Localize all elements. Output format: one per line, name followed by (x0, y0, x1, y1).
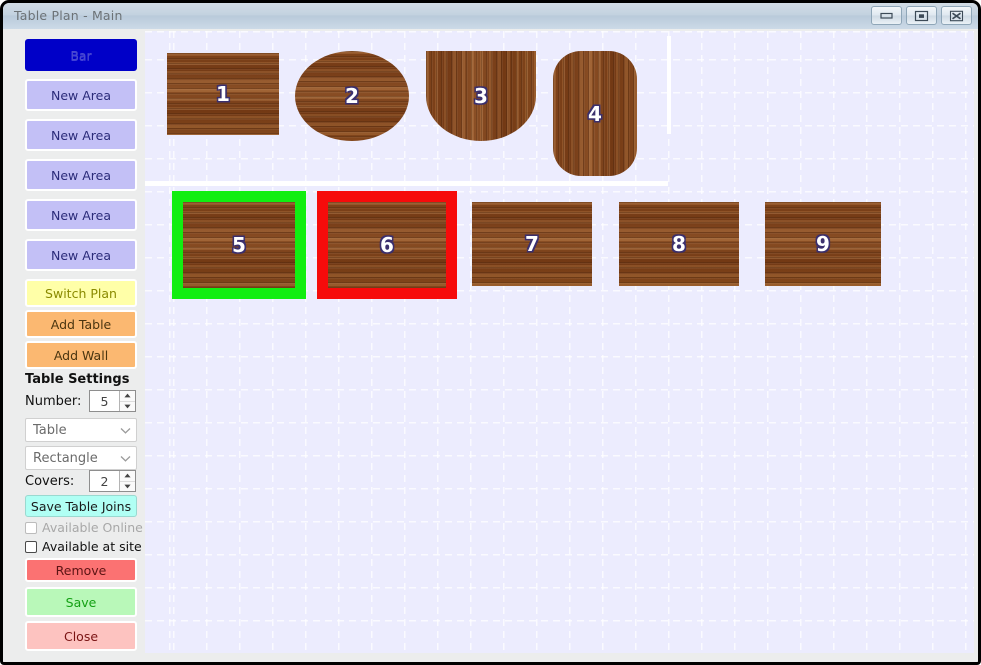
number-label: Number: (25, 394, 82, 409)
table-5[interactable]: 5 (172, 191, 306, 299)
minimize-button[interactable] (871, 6, 902, 25)
sidebar: Bar New Area New Area New Area New Area … (3, 29, 143, 662)
table-type-value: Table (33, 422, 67, 438)
table-body: 6 (328, 202, 446, 288)
client-area: Bar New Area New Area New Area New Area … (3, 29, 978, 662)
number-stepper-arrows[interactable] (119, 391, 135, 411)
table-9[interactable]: 9 (765, 202, 881, 286)
save-button[interactable]: Save (25, 587, 137, 617)
close-plan-button[interactable]: Close (25, 621, 137, 651)
table-number-label: 4 (588, 101, 602, 126)
table-body: 5 (183, 202, 295, 288)
table-7[interactable]: 7 (472, 202, 592, 286)
table-2[interactable]: 2 (295, 51, 409, 141)
maximize-icon (914, 10, 929, 21)
covers-decrement-button[interactable] (120, 482, 135, 492)
table-number-label: 8 (672, 232, 686, 256)
wall-vertical-1[interactable] (667, 36, 671, 134)
available-at-site-label: Available at site (42, 539, 142, 554)
covers-label: Covers: (25, 474, 75, 489)
window-controls (871, 6, 972, 25)
chevron-up-icon (124, 393, 131, 398)
sidebar-area-new-3[interactable]: New Area (25, 159, 137, 191)
table-number-label: 7 (525, 232, 539, 256)
minimize-icon (880, 12, 893, 19)
sidebar-area-new-1[interactable]: New Area (25, 79, 137, 111)
checkbox-box (25, 521, 37, 534)
chevron-down-icon (118, 455, 132, 462)
table-type-select[interactable]: Table (25, 418, 137, 442)
table-number-label: 5 (232, 233, 246, 257)
floor-plan-canvas[interactable]: 1 2 3 4 5 6 7 8 9 (145, 31, 974, 653)
table-number-label: 6 (380, 233, 394, 257)
wall-horizontal-1[interactable] (145, 181, 668, 186)
table-8[interactable]: 8 (619, 202, 739, 286)
table-shape-value: Rectangle (33, 450, 98, 466)
remove-button[interactable]: Remove (25, 558, 137, 582)
covers-value: 2 (100, 473, 109, 489)
table-3[interactable]: 3 (426, 51, 536, 141)
table-6[interactable]: 6 (317, 191, 457, 299)
number-stepper[interactable]: 5 (89, 390, 136, 412)
switch-plan-button[interactable]: Switch Plan (25, 279, 137, 307)
chevron-up-icon (124, 473, 131, 478)
table-4[interactable]: 4 (553, 51, 637, 176)
table-number-label: 9 (816, 232, 830, 256)
available-at-site-checkbox[interactable]: Available at site (25, 539, 142, 554)
available-online-checkbox: Available Online (25, 520, 143, 535)
table-number-label: 1 (216, 82, 230, 106)
table-number-label: 2 (345, 84, 359, 108)
sidebar-area-bar[interactable]: Bar (25, 39, 137, 71)
number-increment-button[interactable] (120, 391, 135, 402)
title-bar: Table Plan - Main (3, 3, 978, 30)
number-decrement-button[interactable] (120, 402, 135, 412)
checkbox-box[interactable] (25, 540, 37, 553)
table-shape-select[interactable]: Rectangle (25, 446, 137, 470)
covers-stepper[interactable]: 2 (89, 470, 136, 492)
sidebar-area-new-4[interactable]: New Area (25, 199, 137, 231)
add-wall-button[interactable]: Add Wall (25, 341, 137, 369)
number-value: 5 (100, 393, 109, 409)
table-plan-window: Table Plan - Main Bar New Area New Area … (0, 0, 981, 665)
table-number-label: 3 (474, 84, 488, 108)
sidebar-area-new-2[interactable]: New Area (25, 119, 137, 151)
chevron-down-icon (118, 427, 132, 434)
chevron-down-icon (124, 404, 131, 409)
covers-stepper-arrows[interactable] (119, 471, 135, 491)
sidebar-area-new-5[interactable]: New Area (25, 239, 137, 271)
chevron-down-icon (124, 484, 131, 489)
window-title: Table Plan - Main (14, 8, 123, 23)
close-button[interactable] (941, 6, 972, 25)
table-1[interactable]: 1 (167, 53, 279, 135)
close-icon (949, 10, 964, 21)
add-table-button[interactable]: Add Table (25, 310, 137, 338)
available-online-label: Available Online (42, 520, 143, 535)
covers-increment-button[interactable] (120, 471, 135, 482)
table-settings-heading: Table Settings (25, 372, 130, 387)
maximize-button[interactable] (906, 6, 937, 25)
save-table-joins-button[interactable]: Save Table Joins (25, 495, 137, 517)
